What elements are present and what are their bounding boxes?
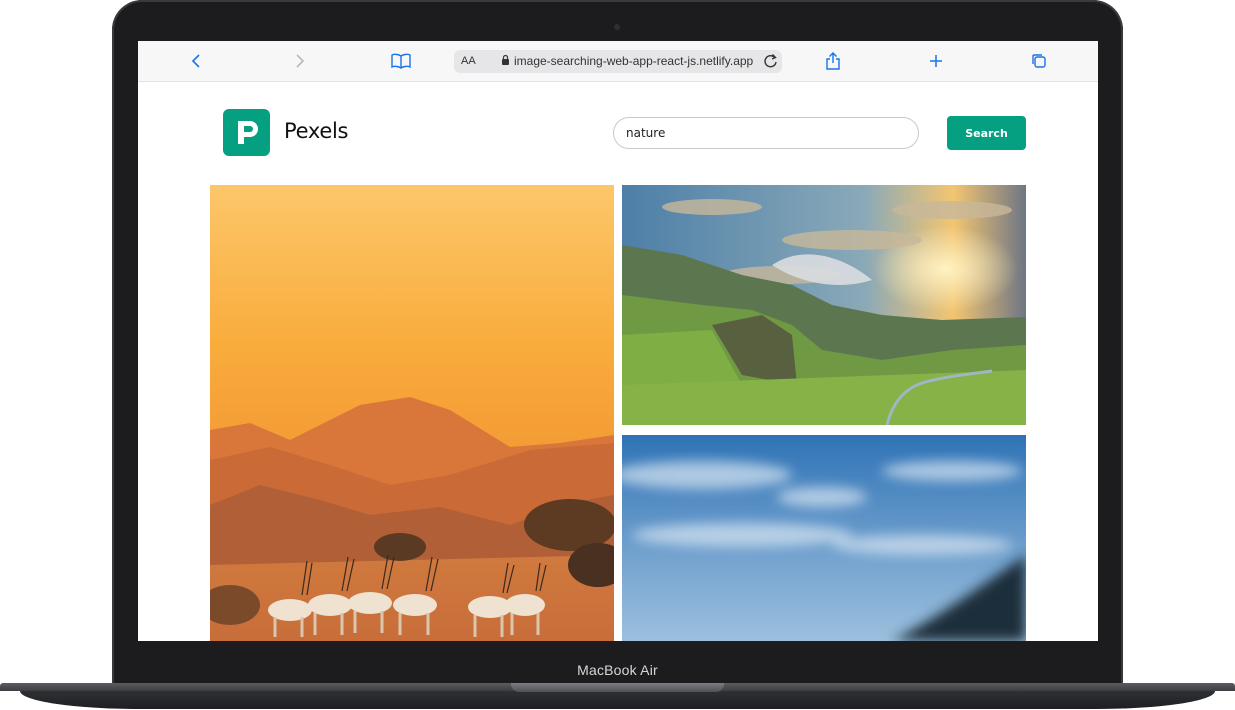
chevron-right-icon	[296, 54, 305, 68]
desert-photo	[210, 185, 614, 641]
url-text: image-searching-web-app-react-js.netlify…	[514, 54, 754, 68]
photo-card[interactable]	[622, 435, 1026, 641]
address-bar[interactable]: AA image-searching-web-app-react-js.netl…	[454, 50, 782, 73]
sky-photo	[622, 435, 1026, 641]
pexels-logo-icon	[238, 121, 258, 144]
trackpad-notch	[511, 683, 724, 692]
share-icon	[826, 52, 840, 70]
screen: AA image-searching-web-app-react-js.netl…	[138, 41, 1098, 641]
forward-button[interactable]	[287, 49, 311, 73]
camera-dot	[614, 24, 620, 30]
tabs-button[interactable]	[1027, 49, 1051, 73]
bookmarks-button[interactable]	[389, 49, 413, 73]
photo-card[interactable]	[622, 185, 1026, 425]
device-label: MacBook Air	[577, 662, 658, 678]
photo-card[interactable]	[210, 185, 614, 641]
back-button[interactable]	[185, 49, 209, 73]
plus-icon	[930, 55, 942, 67]
book-icon	[391, 53, 411, 69]
text-size-button[interactable]: AA	[461, 55, 476, 67]
chevron-left-icon	[191, 54, 200, 68]
pexels-logo[interactable]	[223, 109, 270, 156]
search-button[interactable]: Search	[947, 116, 1026, 150]
browser-toolbar: AA image-searching-web-app-react-js.netl…	[138, 41, 1098, 82]
web-page: Pexels Search	[138, 81, 1098, 641]
lock-icon	[502, 54, 509, 65]
laptop-base	[0, 683, 1235, 710]
reload-icon[interactable]	[762, 52, 780, 70]
new-tab-button[interactable]	[924, 49, 948, 73]
brand-name: Pexels	[284, 119, 349, 143]
tabs-icon	[1032, 54, 1046, 68]
search-input[interactable]	[613, 117, 919, 149]
share-button[interactable]	[821, 49, 845, 73]
valley-photo	[622, 185, 1026, 425]
